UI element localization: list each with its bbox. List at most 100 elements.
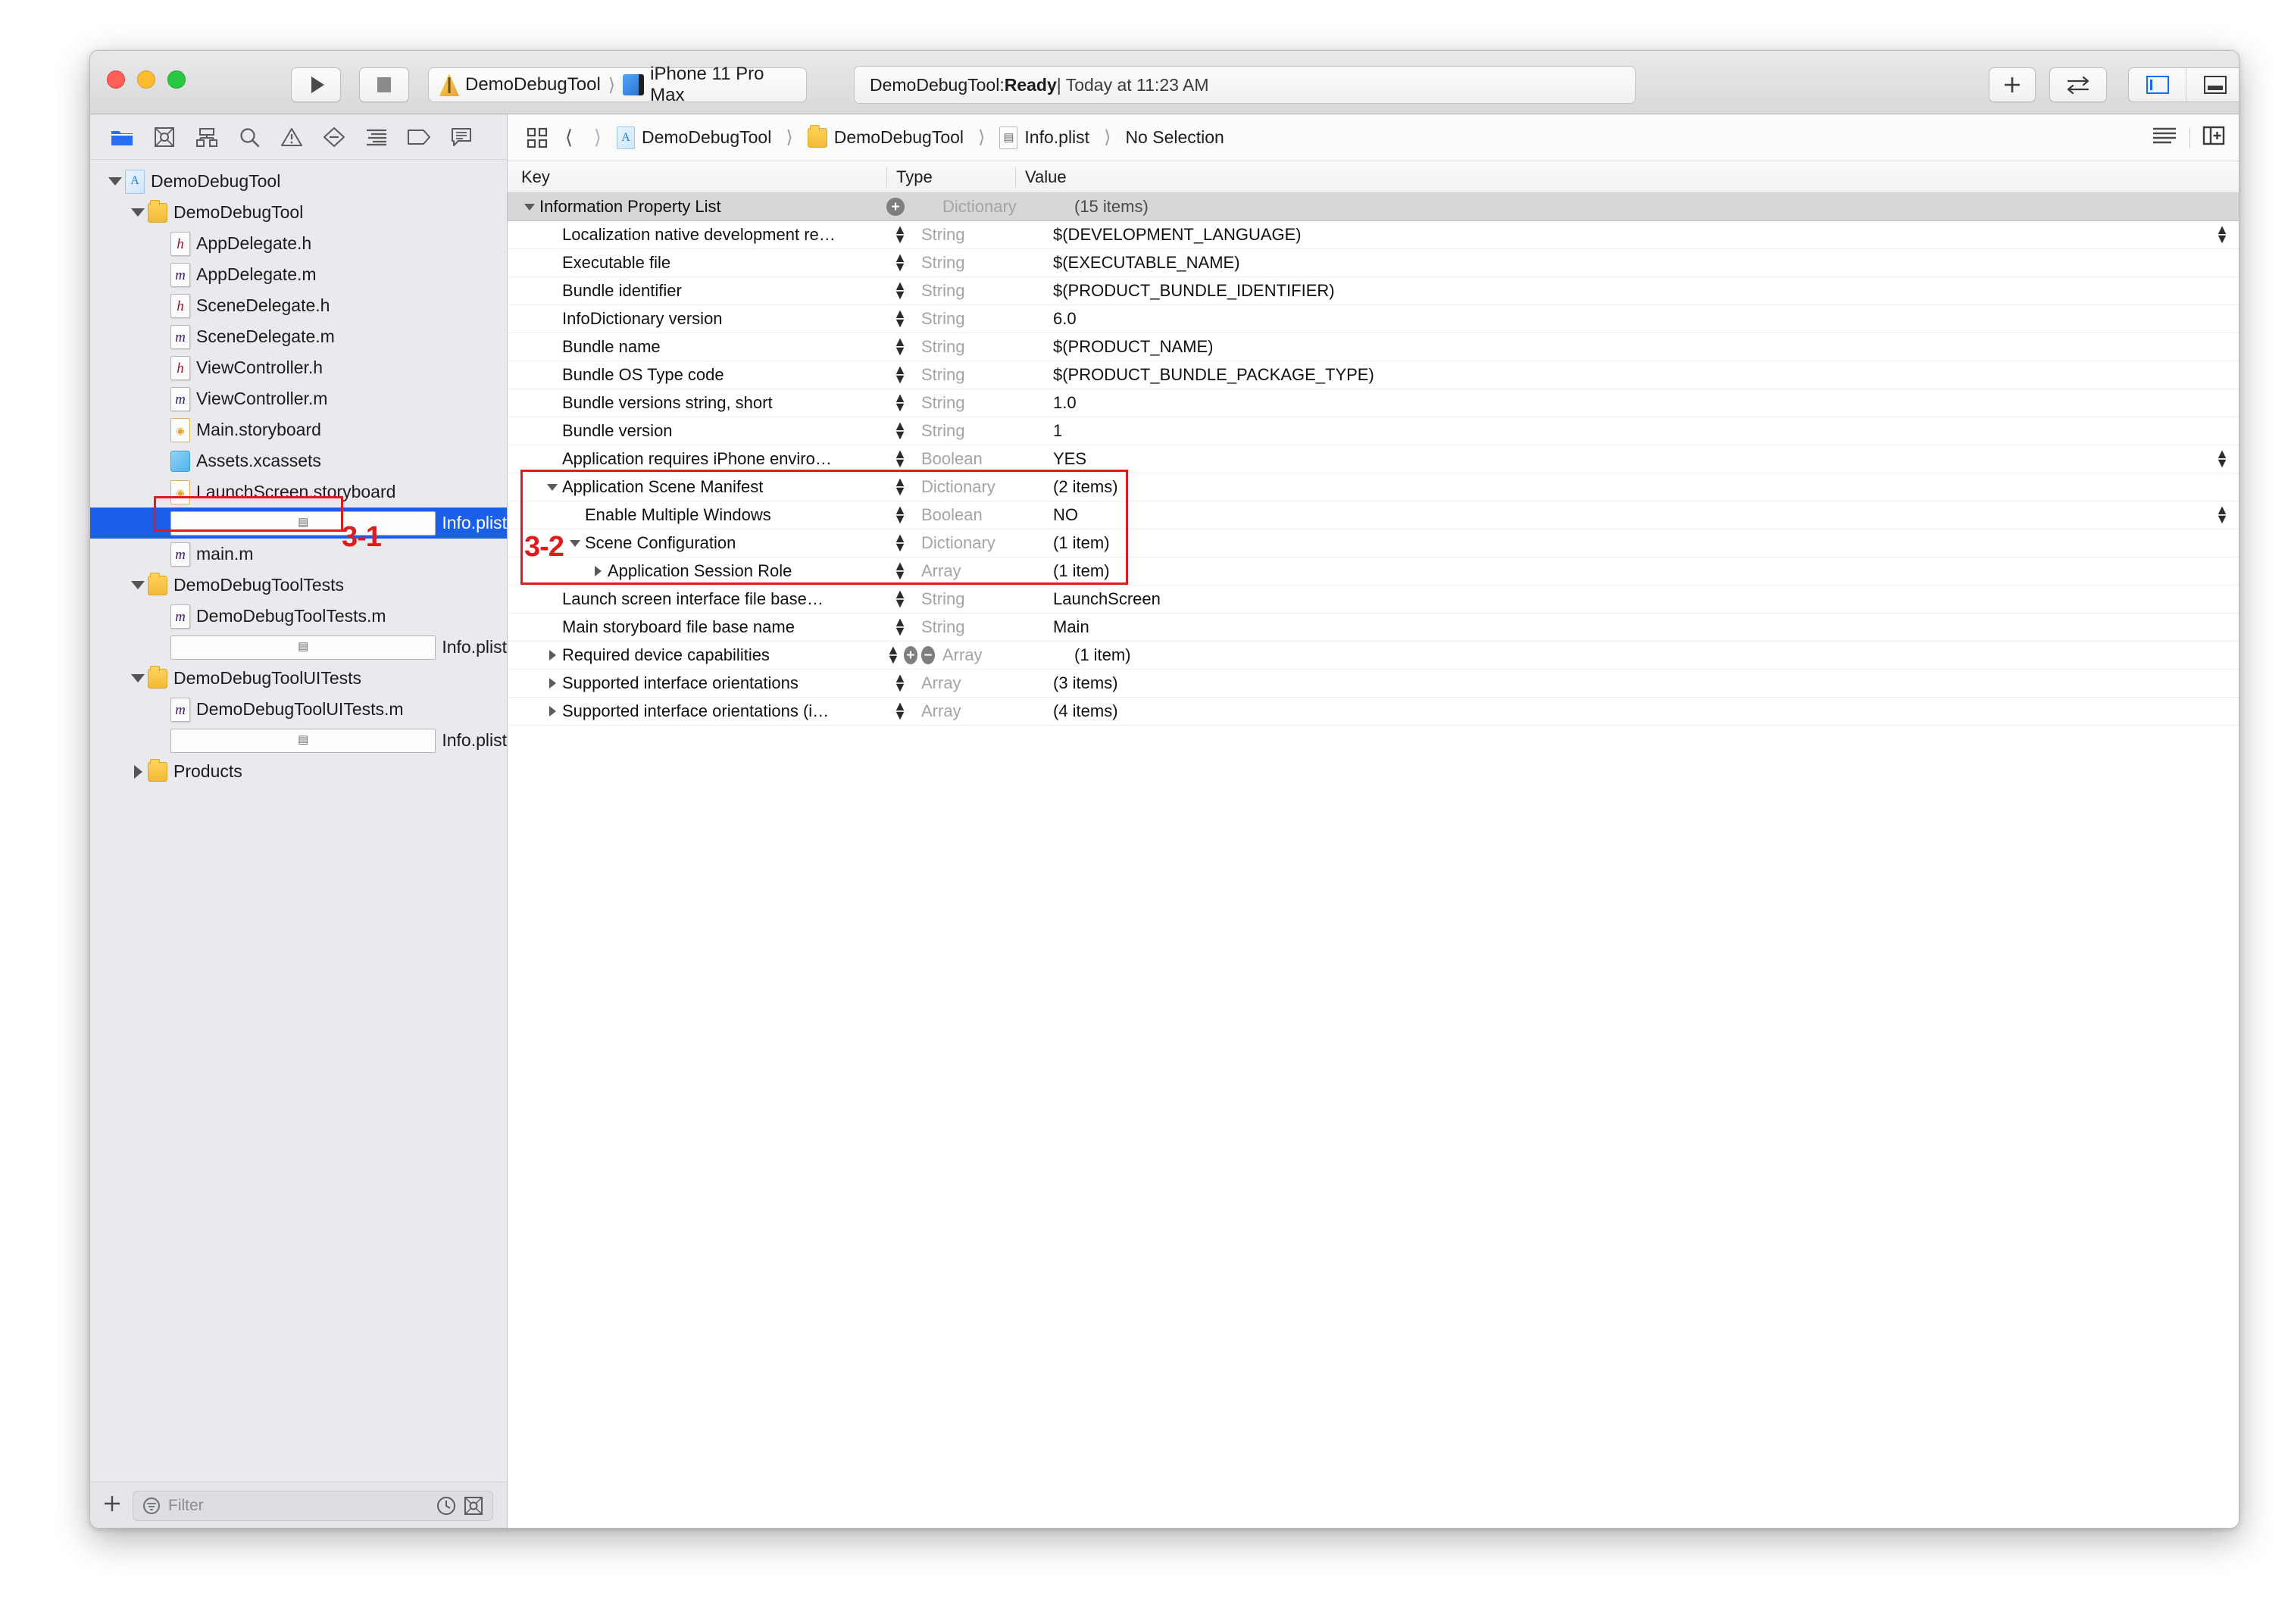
plist-key-cell[interactable]: Enable Multiple Windows xyxy=(508,505,886,525)
file-tree-item-appdelegate-m[interactable]: AppDelegate.m xyxy=(90,259,507,290)
plist-type-cell[interactable]: String xyxy=(914,421,1042,441)
plist-type-cell[interactable]: String xyxy=(914,309,1042,329)
row-stepper[interactable]: ▲▼ xyxy=(886,226,914,244)
plist-value-cell[interactable]: NO xyxy=(1042,505,2205,525)
plist-row[interactable]: Application requires iPhone enviro… ▲▼ Boo… xyxy=(508,445,2239,473)
plist-type-cell[interactable]: String xyxy=(914,393,1042,413)
minimize-button[interactable] xyxy=(137,70,155,89)
plist-type-cell[interactable]: String xyxy=(914,365,1042,385)
plist-row[interactable]: Scene Configuration▲▼Dictionary(1 item) xyxy=(508,529,2239,557)
file-tree-item-demodebugtooltests[interactable]: DemoDebugToolTests xyxy=(90,570,507,601)
go-back-button[interactable]: ⟨ xyxy=(555,120,583,155)
add-editor-split-button[interactable] xyxy=(2202,126,2225,150)
test-navigator-button[interactable] xyxy=(313,120,355,155)
row-stepper[interactable]: ▲▼ xyxy=(886,506,914,524)
plist-row[interactable]: Application Session Role▲▼Array(1 item) xyxy=(508,557,2239,586)
plist-row[interactable]: Bundle name▲▼String$(PRODUCT_NAME) xyxy=(508,333,2239,361)
plist-value-cell[interactable]: $(DEVELOPMENT_LANGUAGE) xyxy=(1042,225,2205,245)
toggle-navigator-button[interactable] xyxy=(2129,68,2186,102)
symbol-navigator-button[interactable] xyxy=(186,120,228,155)
file-tree-item-scenedelegate-m[interactable]: SceneDelegate.m xyxy=(90,321,507,352)
plist-type-cell[interactable]: String xyxy=(914,253,1042,273)
plist-row[interactable]: Executable file▲▼String$(EXECUTABLE_NAME… xyxy=(508,249,2239,277)
scheme-selector[interactable]: DemoDebugTool ⟩ iPhone 11 Pro Max xyxy=(428,67,807,102)
disclosure-triangle-closed[interactable] xyxy=(542,706,562,717)
plist-type-cell[interactable]: String xyxy=(914,617,1042,637)
plist-row[interactable]: Localization native development re…▲▼Str… xyxy=(508,221,2239,249)
plist-row[interactable]: Main storyboard file base name▲▼StringMa… xyxy=(508,614,2239,642)
breadcrumb-item-3[interactable]: No Selection xyxy=(1125,127,1224,148)
plist-value-cell[interactable]: (2 items) xyxy=(1042,477,2205,497)
plist-value-cell[interactable]: $(PRODUCT_BUNDLE_PACKAGE_TYPE) xyxy=(1042,365,2205,385)
plist-key-cell[interactable]: Bundle name xyxy=(508,337,886,357)
value-stepper[interactable]: ▲▼ xyxy=(2205,226,2239,244)
plist-type-cell[interactable]: Array xyxy=(935,645,1064,665)
project-file-tree[interactable]: DemoDebugToolDemoDebugToolAppDelegate.hA… xyxy=(90,160,507,1482)
disclosure-triangle-open[interactable] xyxy=(128,581,148,589)
add-row-icon[interactable]: + xyxy=(904,646,917,664)
source-control-navigator-button[interactable] xyxy=(143,120,186,155)
plist-key-cell[interactable]: Application Scene Manifest xyxy=(508,477,886,497)
plist-key-cell[interactable]: Supported interface orientations xyxy=(508,673,886,693)
toggle-debug-area-button[interactable] xyxy=(2186,68,2239,102)
disclosure-triangle-closed[interactable] xyxy=(542,650,562,661)
plist-key-cell[interactable]: Bundle OS Type code xyxy=(508,365,886,385)
breadcrumb-item-2[interactable]: Info.plist xyxy=(999,126,1089,149)
debug-navigator-button[interactable] xyxy=(355,120,398,155)
plist-row[interactable]: Supported interface orientations▲▼Array(… xyxy=(508,670,2239,698)
disclosure-triangle-closed[interactable] xyxy=(542,678,562,689)
plist-value-cell[interactable]: (1 item) xyxy=(1064,645,2205,665)
run-button[interactable] xyxy=(291,67,341,102)
file-tree-item-info-plist[interactable]: Info.plist xyxy=(90,725,507,756)
remove-row-icon[interactable]: − xyxy=(921,646,935,664)
plist-value-cell[interactable]: (1 item) xyxy=(1042,533,2205,553)
plist-key-cell[interactable]: Application requires iPhone enviro… xyxy=(508,449,886,469)
plist-value-cell[interactable]: (15 items) xyxy=(1064,197,2205,217)
file-tree-item-viewcontroller-h[interactable]: ViewController.h xyxy=(90,352,507,383)
file-tree-item-scenedelegate-h[interactable]: SceneDelegate.h xyxy=(90,290,507,321)
go-forward-button[interactable]: ⟩ xyxy=(583,120,612,155)
row-add-controls[interactable]: + xyxy=(886,198,935,216)
stop-button[interactable] xyxy=(359,67,409,102)
plist-key-cell[interactable]: Information Property List xyxy=(508,197,886,217)
zoom-button[interactable] xyxy=(167,70,186,89)
disclosure-triangle-open[interactable] xyxy=(520,204,539,211)
plist-type-cell[interactable]: Boolean xyxy=(914,449,1042,469)
row-stepper[interactable]: ▲▼ xyxy=(886,422,914,440)
plist-type-cell[interactable]: Dictionary xyxy=(914,477,1042,497)
breadcrumb-item-1[interactable]: DemoDebugTool xyxy=(808,127,964,148)
file-tree-item-demodebugtool[interactable]: DemoDebugTool xyxy=(90,197,507,228)
file-tree-item-assets-xcassets[interactable]: Assets.xcassets xyxy=(90,445,507,476)
row-stepper[interactable]: ▲▼ xyxy=(886,394,914,412)
file-tree-item-info-plist[interactable]: Info.plist xyxy=(90,632,507,663)
add-file-button[interactable] xyxy=(102,1494,122,1517)
plist-key-cell[interactable]: InfoDictionary version xyxy=(508,309,886,329)
disclosure-triangle-open[interactable] xyxy=(128,208,148,217)
plist-type-cell[interactable]: Array xyxy=(914,561,1042,581)
plist-row[interactable]: Supported interface orientations (i…▲▼Ar… xyxy=(508,698,2239,726)
disclosure-triangle-open[interactable] xyxy=(542,484,562,491)
breakpoint-navigator-button[interactable] xyxy=(398,120,440,155)
plist-value-cell[interactable]: $(PRODUCT_NAME) xyxy=(1042,337,2205,357)
find-navigator-button[interactable] xyxy=(228,120,270,155)
row-stepper[interactable]: ▲▼ xyxy=(886,282,914,300)
reorder-stepper-icon[interactable]: ▲▼ xyxy=(886,646,900,664)
row-stepper[interactable]: ▲▼ xyxy=(886,478,914,496)
plist-type-cell[interactable]: String xyxy=(914,225,1042,245)
row-stepper[interactable]: ▲▼ xyxy=(886,366,914,384)
row-stepper[interactable]: ▲▼ xyxy=(886,338,914,356)
row-stepper[interactable]: ▲▼ xyxy=(886,310,914,328)
value-stepper[interactable]: ▲▼ xyxy=(2205,450,2239,468)
recent-clock-icon[interactable] xyxy=(436,1496,456,1516)
plist-key-cell[interactable]: Launch screen interface file base… xyxy=(508,589,886,609)
row-stepper[interactable]: ▲▼ xyxy=(886,674,914,692)
plist-type-cell[interactable]: String xyxy=(914,337,1042,357)
related-items-button[interactable] xyxy=(520,120,555,155)
row-stepper[interactable]: ▲▼ xyxy=(886,702,914,720)
plist-key-cell[interactable]: Bundle versions string, short xyxy=(508,393,886,413)
plist-value-cell[interactable]: 6.0 xyxy=(1042,309,2205,329)
disclosure-triangle-open[interactable] xyxy=(565,540,585,547)
disclosure-triangle-open[interactable] xyxy=(128,674,148,682)
issue-navigator-button[interactable] xyxy=(270,120,313,155)
plist-row[interactable]: Bundle identifier▲▼String$(PRODUCT_BUNDL… xyxy=(508,277,2239,305)
